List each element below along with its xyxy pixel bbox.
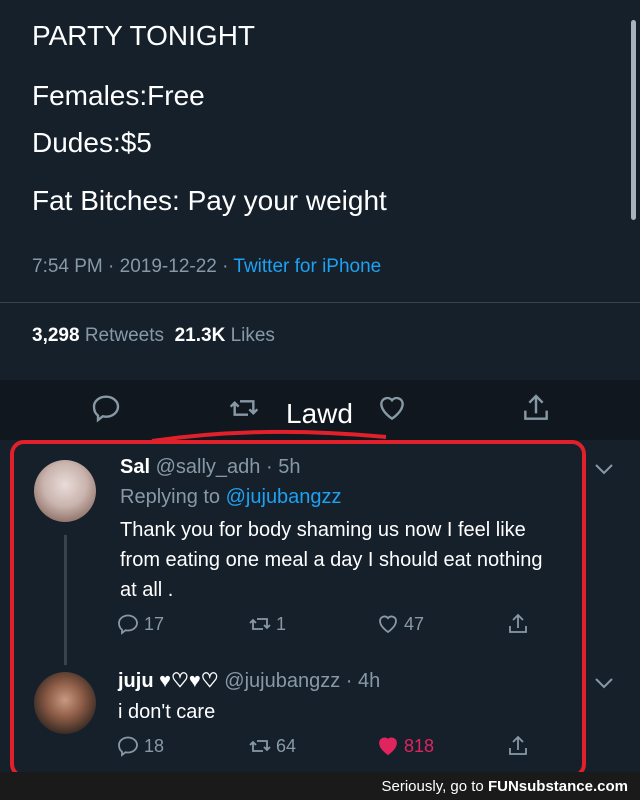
share-action[interactable] <box>506 734 530 758</box>
retweets-count[interactable]: 3,298 <box>32 325 80 346</box>
reply-header: juju ♥♡♥♡ @jujubangzz · 4h <box>118 670 381 692</box>
share-icon[interactable] <box>520 392 552 424</box>
share-action[interactable] <box>506 612 530 636</box>
avatar[interactable] <box>34 460 96 522</box>
chevron-down-icon[interactable] <box>594 462 614 476</box>
reply-action[interactable]: 17 <box>116 612 164 636</box>
reply-body: Thank you for body shaming us now I feel… <box>120 515 543 605</box>
reply-count: 17 <box>144 613 165 634</box>
watermark-prefix: Seriously, go to <box>381 778 484 795</box>
share-icon[interactable] <box>506 612 530 636</box>
watermark-brand: FUNsubstance.com <box>487 778 628 795</box>
avatar[interactable] <box>34 672 96 734</box>
retweet-count: 64 <box>276 735 297 756</box>
replying-to-handle[interactable]: @jujubangzz <box>226 486 342 508</box>
reply-text-line: from eating one meal a day I should eat … <box>120 549 543 571</box>
reply-icon[interactable] <box>90 392 122 424</box>
tweet-line-1: PARTY TONIGHT <box>32 20 256 51</box>
retweet-count: 1 <box>276 613 287 634</box>
reply-header: Sal @sally_adh · 5h <box>120 456 301 478</box>
reply-author-name[interactable]: juju <box>118 670 154 692</box>
tweet-line-3: Dudes:$5 <box>32 127 152 158</box>
reply-author-handle[interactable]: @jujubangzz <box>224 670 340 692</box>
reply-age: 4h <box>358 670 381 692</box>
tweet-date: 2019-12-22 <box>119 256 217 277</box>
watermark-bar: Seriously, go to FUNsubstance.com <box>0 772 640 800</box>
retweet-action[interactable]: 1 <box>248 612 286 636</box>
heart-filled-icon[interactable] <box>376 734 400 758</box>
hearts-emoji: ♥♡♥♡ <box>159 670 219 692</box>
reply-author-name[interactable]: Sal <box>120 456 150 478</box>
tweet-line-4: Fat Bitches: Pay your weight <box>32 185 387 216</box>
reply-count: 18 <box>144 735 165 756</box>
tweet-line-2: Females:Free <box>32 80 205 111</box>
reply-text-line: at all . <box>120 579 174 601</box>
watermark-text: Seriously, go to FUNsubstance.com <box>382 778 629 795</box>
like-action[interactable]: 818 <box>376 734 434 758</box>
likes-count[interactable]: 21.3K <box>175 325 226 346</box>
share-icon[interactable] <box>506 734 530 758</box>
likes-label[interactable]: Likes <box>231 325 275 346</box>
reply-icon[interactable] <box>116 612 140 636</box>
tweet-stats: 3,298 Retweets 21.3K Likes <box>32 325 275 347</box>
reply-action[interactable]: 18 <box>116 734 164 758</box>
like-heart-icon[interactable] <box>376 392 408 424</box>
retweet-icon[interactable] <box>248 734 272 758</box>
reply-text: i don't care <box>118 701 216 723</box>
divider <box>0 302 640 303</box>
replying-to-label: Replying to <box>120 486 221 508</box>
tweet-time: 7:54 PM <box>32 256 103 277</box>
thread-line <box>64 535 67 665</box>
retweet-icon[interactable] <box>248 612 272 636</box>
scrollbar[interactable] <box>631 20 636 220</box>
retweet-icon[interactable] <box>228 392 260 424</box>
reply-body: i don't care <box>118 697 215 727</box>
tweet-meta: 7:54 PM · 2019-12-22 · Twitter for iPhon… <box>32 256 382 277</box>
reply-icon[interactable] <box>116 734 140 758</box>
retweets-label[interactable]: Retweets <box>85 325 164 346</box>
chevron-down-icon[interactable] <box>594 676 614 690</box>
reply-author-handle[interactable]: @sally_adh <box>156 456 261 478</box>
heart-icon[interactable] <box>376 612 400 636</box>
like-action[interactable]: 47 <box>376 612 424 636</box>
replying-to: Replying to @jujubangzz <box>120 486 342 509</box>
retweet-action[interactable]: 64 <box>248 734 296 758</box>
reply-text-line: Thank you for body shaming us now I feel… <box>120 519 526 541</box>
like-count: 818 <box>404 735 435 756</box>
like-count: 47 <box>404 613 425 634</box>
tweet-source-link[interactable]: Twitter for iPhone <box>233 256 381 277</box>
reply-age: 5h <box>278 456 301 478</box>
